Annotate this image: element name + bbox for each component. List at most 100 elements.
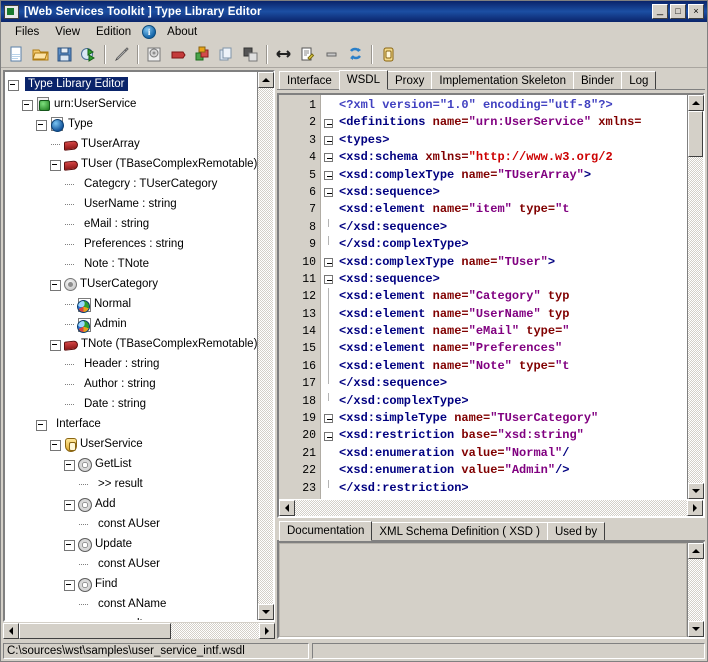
code-line[interactable]: <xsd:sequence>: [335, 184, 687, 201]
fold-collapse-icon[interactable]: [323, 275, 333, 285]
scroll-track[interactable]: [688, 157, 703, 483]
collapse-toggle-icon[interactable]: [35, 118, 48, 131]
menu-item-view[interactable]: View: [47, 24, 88, 40]
open-folder-icon[interactable]: [29, 43, 52, 66]
collapse-toggle-icon[interactable]: [49, 158, 62, 171]
tab-implementation-skeleton[interactable]: Implementation Skeleton: [431, 71, 574, 89]
code-line[interactable]: </xsd:complexType>: [335, 393, 687, 410]
windows-icon[interactable]: [239, 43, 262, 66]
tree-node[interactable]: Interface: [7, 414, 257, 434]
tree-node[interactable]: >> result: [7, 614, 257, 620]
tab-wsdl[interactable]: WSDL: [338, 70, 388, 90]
tab-log[interactable]: Log: [621, 71, 657, 89]
tree-node[interactable]: Preferences : string: [7, 234, 257, 254]
code-editor[interactable]: 1 2 3 4 5 6 7 8 9 10 11 12 13 14 15 16 17 18 19 20 21 22 23 <?…: [277, 93, 705, 518]
code-line[interactable]: <xsd:sequence>: [335, 271, 687, 288]
scroll-down-button[interactable]: [688, 621, 704, 637]
collapse-toggle-icon[interactable]: [7, 78, 20, 91]
fold-marker[interactable]: [321, 114, 335, 131]
scroll-track[interactable]: [295, 500, 687, 516]
collapse-toggle-icon[interactable]: [63, 458, 76, 471]
scroll-up-button[interactable]: [688, 543, 704, 559]
tab-used-by[interactable]: Used by: [547, 522, 606, 540]
tree-view[interactable]: Type Library Editor urn:UserService Type TU…: [3, 70, 275, 622]
code-line[interactable]: <xsd:element name="UserName" typ: [335, 306, 687, 323]
fold-collapse-icon[interactable]: [323, 188, 333, 198]
collapse-toggle-icon[interactable]: [35, 418, 48, 431]
tree-node[interactable]: eMail : string: [7, 214, 257, 234]
tree-node[interactable]: urn:UserService: [7, 94, 257, 114]
tree-node[interactable]: Categcry : TUserCategory: [7, 174, 257, 194]
pencil-icon[interactable]: [110, 43, 133, 66]
code-text[interactable]: <?xml version="1.0" encoding="utf-8"?> <d…: [335, 95, 687, 499]
tree-node[interactable]: TUserCategory: [7, 274, 257, 294]
code-line[interactable]: </xsd:restriction>: [335, 480, 687, 497]
documentation-vertical-scrollbar[interactable]: [687, 543, 704, 637]
resize-icon[interactable]: [272, 43, 295, 66]
scroll-up-button[interactable]: [688, 95, 704, 111]
fold-marker[interactable]: [321, 149, 335, 166]
fold-marker[interactable]: [321, 271, 335, 288]
fold-marker[interactable]: [321, 184, 335, 201]
tree-node[interactable]: UserName : string: [7, 194, 257, 214]
scroll-right-button[interactable]: [259, 623, 275, 639]
fold-marker[interactable]: [321, 132, 335, 149]
cubes-icon[interactable]: [191, 43, 214, 66]
documentation-content[interactable]: [279, 543, 687, 637]
code-line[interactable]: </xsd:sequence>: [335, 375, 687, 392]
tab-documentation[interactable]: Documentation: [279, 521, 373, 541]
collapse-toggle-icon[interactable]: [49, 278, 62, 291]
collapse-toggle-icon[interactable]: [63, 578, 76, 591]
tree-node[interactable]: Note : TNote: [7, 254, 257, 274]
tree-node[interactable]: const AName: [7, 594, 257, 614]
tree-node[interactable]: Author : string: [7, 374, 257, 394]
tree-node[interactable]: Find: [7, 574, 257, 594]
editor-horizontal-scrollbar[interactable]: [279, 500, 703, 516]
fold-marker[interactable]: [321, 167, 335, 184]
code-line[interactable]: <types>: [335, 132, 687, 149]
documentation-tab-strip[interactable]: Documentation XML Schema Definition ( XSD…: [277, 521, 705, 541]
scroll-track[interactable]: [171, 623, 259, 639]
fold-collapse-icon[interactable]: [323, 153, 333, 163]
scroll-left-button[interactable]: [279, 500, 295, 516]
tree-node[interactable]: Date : string: [7, 394, 257, 414]
collapse-toggle-icon[interactable]: [49, 338, 62, 351]
code-line[interactable]: <xsd:element name="item" type="t: [335, 201, 687, 218]
code-line[interactable]: <?xml version="1.0" encoding="utf-8"?>: [335, 97, 687, 114]
tree-node[interactable]: Normal: [7, 294, 257, 314]
code-line[interactable]: <xsd:element name="Category" typ: [335, 288, 687, 305]
tab-binder[interactable]: Binder: [572, 71, 623, 89]
code-line[interactable]: <xsd:enumeration value="Admin"/>: [335, 462, 687, 479]
code-line[interactable]: <xsd:restriction base="xsd:string": [335, 427, 687, 444]
binder-icon[interactable]: [377, 43, 400, 66]
tree-node[interactable]: TNote (TBaseComplexRemotable): [7, 334, 257, 354]
tab-proxy[interactable]: Proxy: [386, 71, 433, 89]
collapse-toggle-icon[interactable]: [63, 538, 76, 551]
fold-collapse-icon[interactable]: [323, 414, 333, 424]
scroll-track[interactable]: [258, 88, 273, 604]
tree-horizontal-scrollbar[interactable]: [3, 623, 275, 639]
tree-node[interactable]: const AUser: [7, 554, 257, 574]
scroll-down-button[interactable]: [258, 604, 274, 620]
code-line[interactable]: <xsd:simpleType name="TUserCategory": [335, 410, 687, 427]
remove-icon[interactable]: [320, 43, 343, 66]
menu-item-about[interactable]: About: [159, 24, 205, 40]
tree-node[interactable]: Header : string: [7, 354, 257, 374]
fold-marker[interactable]: [321, 427, 335, 444]
fold-collapse-icon[interactable]: [323, 431, 333, 441]
code-line[interactable]: <xsd:schema xmlns="http://www.w3.org/2: [335, 149, 687, 166]
tab-interface[interactable]: Interface: [279, 71, 340, 89]
editor-tab-strip[interactable]: Interface WSDL Proxy Implementation Skeleto…: [277, 70, 705, 90]
fold-collapse-icon[interactable]: [323, 257, 333, 267]
documentation-view[interactable]: [277, 541, 705, 639]
menu-item-files[interactable]: Files: [7, 24, 47, 40]
book-icon[interactable]: [167, 43, 190, 66]
code-line[interactable]: <xsd:element name="Note" type="t: [335, 358, 687, 375]
code-fold-column[interactable]: [321, 95, 335, 499]
tree-node[interactable]: Type Library Editor: [7, 74, 257, 94]
tab-xml-schema-definition-xsd[interactable]: XML Schema Definition ( XSD ): [371, 522, 548, 540]
tree-node[interactable]: TUser (TBaseComplexRemotable): [7, 154, 257, 174]
tree-node[interactable]: TUserArray: [7, 134, 257, 154]
fold-collapse-icon[interactable]: [323, 135, 333, 145]
save-icon[interactable]: [53, 43, 76, 66]
